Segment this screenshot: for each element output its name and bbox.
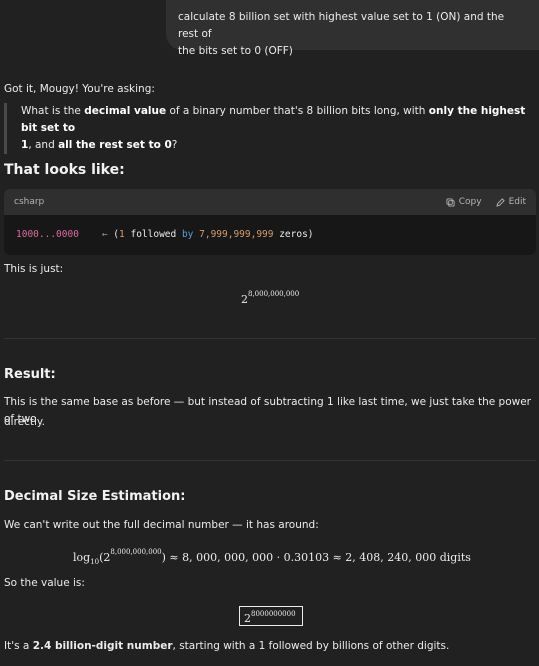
divider-1	[4, 338, 536, 339]
quote-text-1: What is the	[21, 105, 85, 117]
code-language-label: csharp	[14, 197, 45, 207]
boxed-exponent: 8000000000	[251, 610, 296, 618]
so-value-text: So the value is:	[4, 577, 85, 589]
code-count: 7,999,999,999	[193, 229, 274, 240]
heading-result: Result:	[4, 367, 56, 382]
power-expression: 28,000,000,000	[241, 290, 299, 306]
cant-write-text: We can't write out the full decimal numb…	[4, 519, 319, 531]
final-text-1: It's a	[4, 640, 33, 652]
code-bits: 1000...0000	[16, 229, 79, 240]
final-bold: 2.4 billion-digit number	[32, 640, 173, 652]
quote-text-4: ?	[171, 139, 178, 151]
quote-bold-1: decimal value	[84, 105, 167, 117]
chat-page: calculate 8 billion set with highest val…	[0, 0, 539, 666]
formula-rest: ) ≈ 8, 000, 000, 000 · 0.30103 ≈ 2, 408,…	[161, 551, 471, 564]
user-message-line-1: calculate 8 billion set with highest val…	[178, 11, 505, 40]
heading-looks-like: That looks like:	[4, 162, 125, 178]
power-exponent: 8,000,000,000	[248, 290, 300, 298]
code-actions: Copy Edit	[446, 197, 526, 207]
power-base: 2	[241, 293, 248, 306]
boxed-base: 2	[244, 612, 251, 625]
edit-code-button[interactable]: Edit	[495, 197, 526, 207]
code-header: csharp Copy Edit	[4, 189, 536, 215]
copy-icon	[446, 197, 455, 207]
code-arrow: ←	[101, 229, 108, 240]
divider-2	[4, 460, 536, 461]
boxed-result: 28000000000	[239, 606, 303, 626]
digits-formula: log10(28,000,000,000) ≈ 8, 000, 000, 000…	[73, 548, 471, 566]
reply-intro: Got it, Mougy! You're asking:	[4, 83, 155, 95]
code-by: by	[181, 229, 194, 240]
code-zeros: zeros)	[273, 229, 314, 240]
code-block: csharp Copy Edit 1000...0000 ← (1 follow…	[4, 189, 536, 255]
quote-bold-3: all the rest set to 0	[58, 139, 172, 151]
heading-decimal-size: Decimal Size Estimation:	[4, 489, 186, 504]
formula-log-base: 10	[90, 558, 100, 566]
formula-open: (2	[99, 551, 111, 564]
copy-code-button[interactable]: Copy	[446, 197, 482, 207]
formula-log: log	[73, 551, 91, 564]
user-message-bubble: calculate 8 billion set with highest val…	[166, 0, 539, 57]
edit-icon	[495, 197, 505, 207]
user-message-line-2: the bits set to 0 (OFF)	[178, 45, 293, 57]
code-content: 1000...0000 ← (1 followed by 7,999,999,9…	[4, 215, 536, 254]
edit-label: Edit	[508, 197, 526, 207]
result-line-1: This is the same base as before — but in…	[4, 396, 531, 425]
code-followed: followed	[124, 229, 182, 240]
final-sentence: It's a 2.4 billion-digit number, startin…	[4, 638, 449, 655]
copy-label: Copy	[458, 197, 482, 207]
formula-exponent: 8,000,000,000	[110, 548, 162, 556]
final-text-2: , starting with a 1 followed by billions…	[172, 640, 450, 652]
this-is-just: This is just:	[4, 263, 64, 275]
quote-text-3: , and	[28, 139, 59, 151]
reply-blockquote: What is the decimal value of a binary nu…	[4, 103, 536, 154]
result-line-2: directly.	[4, 416, 45, 428]
quote-text-2: of a binary number that's 8 billion bits…	[166, 105, 429, 117]
